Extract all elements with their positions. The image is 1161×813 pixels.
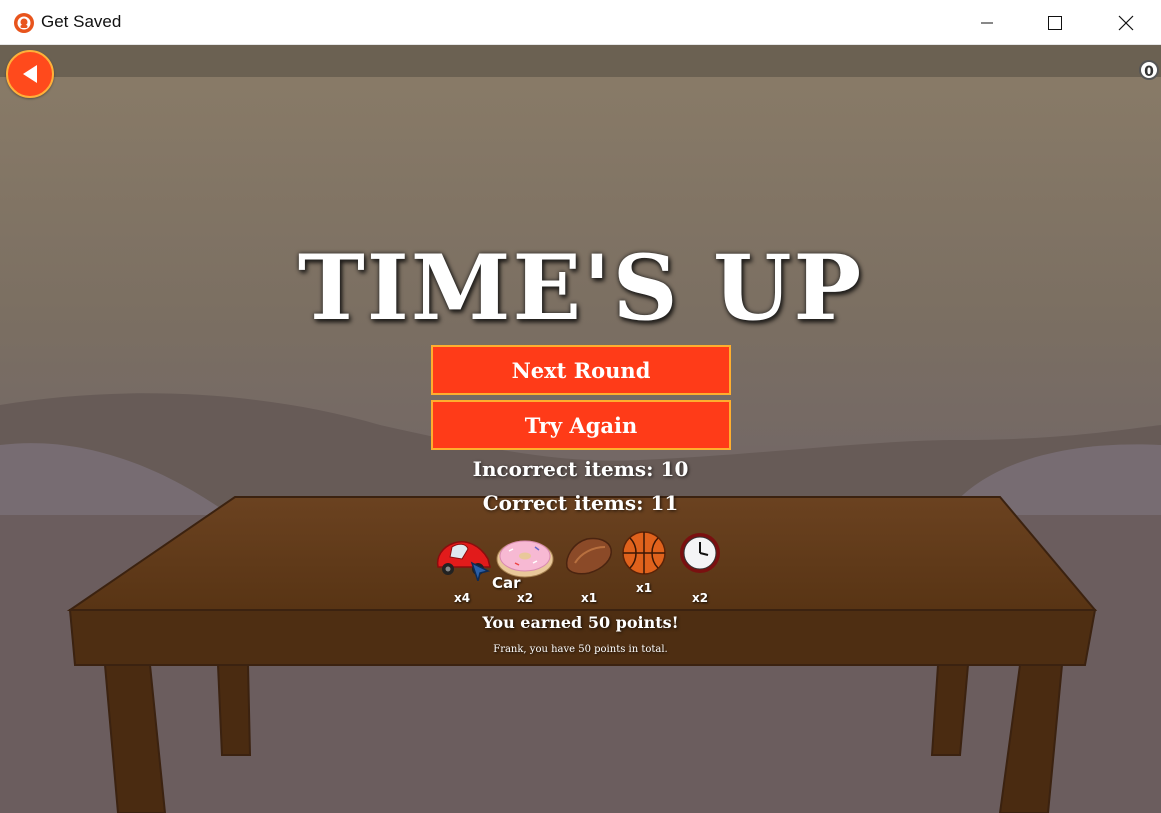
minimize-icon (981, 22, 993, 23)
close-icon (1118, 15, 1134, 30)
item-car[interactable]: x4 (432, 531, 492, 611)
minimize-button[interactable] (964, 0, 1010, 45)
car-icon (436, 541, 491, 584)
item-bread[interactable]: x1 (559, 533, 619, 611)
item-count: x4 (453, 591, 471, 605)
item-tooltip: Car (492, 574, 521, 592)
points-total-text: Frank, you have 50 points in total. (493, 644, 668, 655)
item-basketball[interactable]: x1 (614, 530, 674, 600)
correct-items-count: Correct items: 11 (482, 491, 679, 515)
game-scene: 0 TIME'S UP Next Round Try Again Incorre… (0, 45, 1161, 813)
try-again-button[interactable]: Try Again (431, 400, 731, 450)
basketball-icon (622, 531, 666, 575)
item-clock[interactable]: x2 (670, 531, 730, 611)
times-up-headline: TIME'S UP (297, 235, 864, 341)
bread-icon (565, 537, 612, 575)
close-button[interactable] (1103, 0, 1149, 45)
next-round-button[interactable]: Next Round (431, 345, 731, 395)
arrow-left-icon (23, 65, 37, 83)
score-counter: 0 (1139, 60, 1159, 80)
points-earned-text: You earned 50 points! (482, 613, 679, 632)
item-count: x1 (580, 591, 598, 605)
maximize-button[interactable] (1032, 0, 1078, 45)
window-title: Get Saved (41, 12, 122, 31)
donut-icon (496, 540, 554, 578)
maximize-icon (1048, 15, 1062, 30)
app-logo-icon (14, 13, 34, 33)
back-button[interactable] (6, 50, 54, 98)
window-titlebar: Get Saved (0, 0, 1161, 45)
item-count: x2 (516, 591, 534, 605)
item-count: x1 (635, 581, 653, 595)
incorrect-items-count: Incorrect items: 10 (472, 457, 689, 481)
item-donut[interactable]: x2 (495, 535, 555, 611)
item-count: x2 (691, 591, 709, 605)
clock-icon (680, 533, 720, 573)
